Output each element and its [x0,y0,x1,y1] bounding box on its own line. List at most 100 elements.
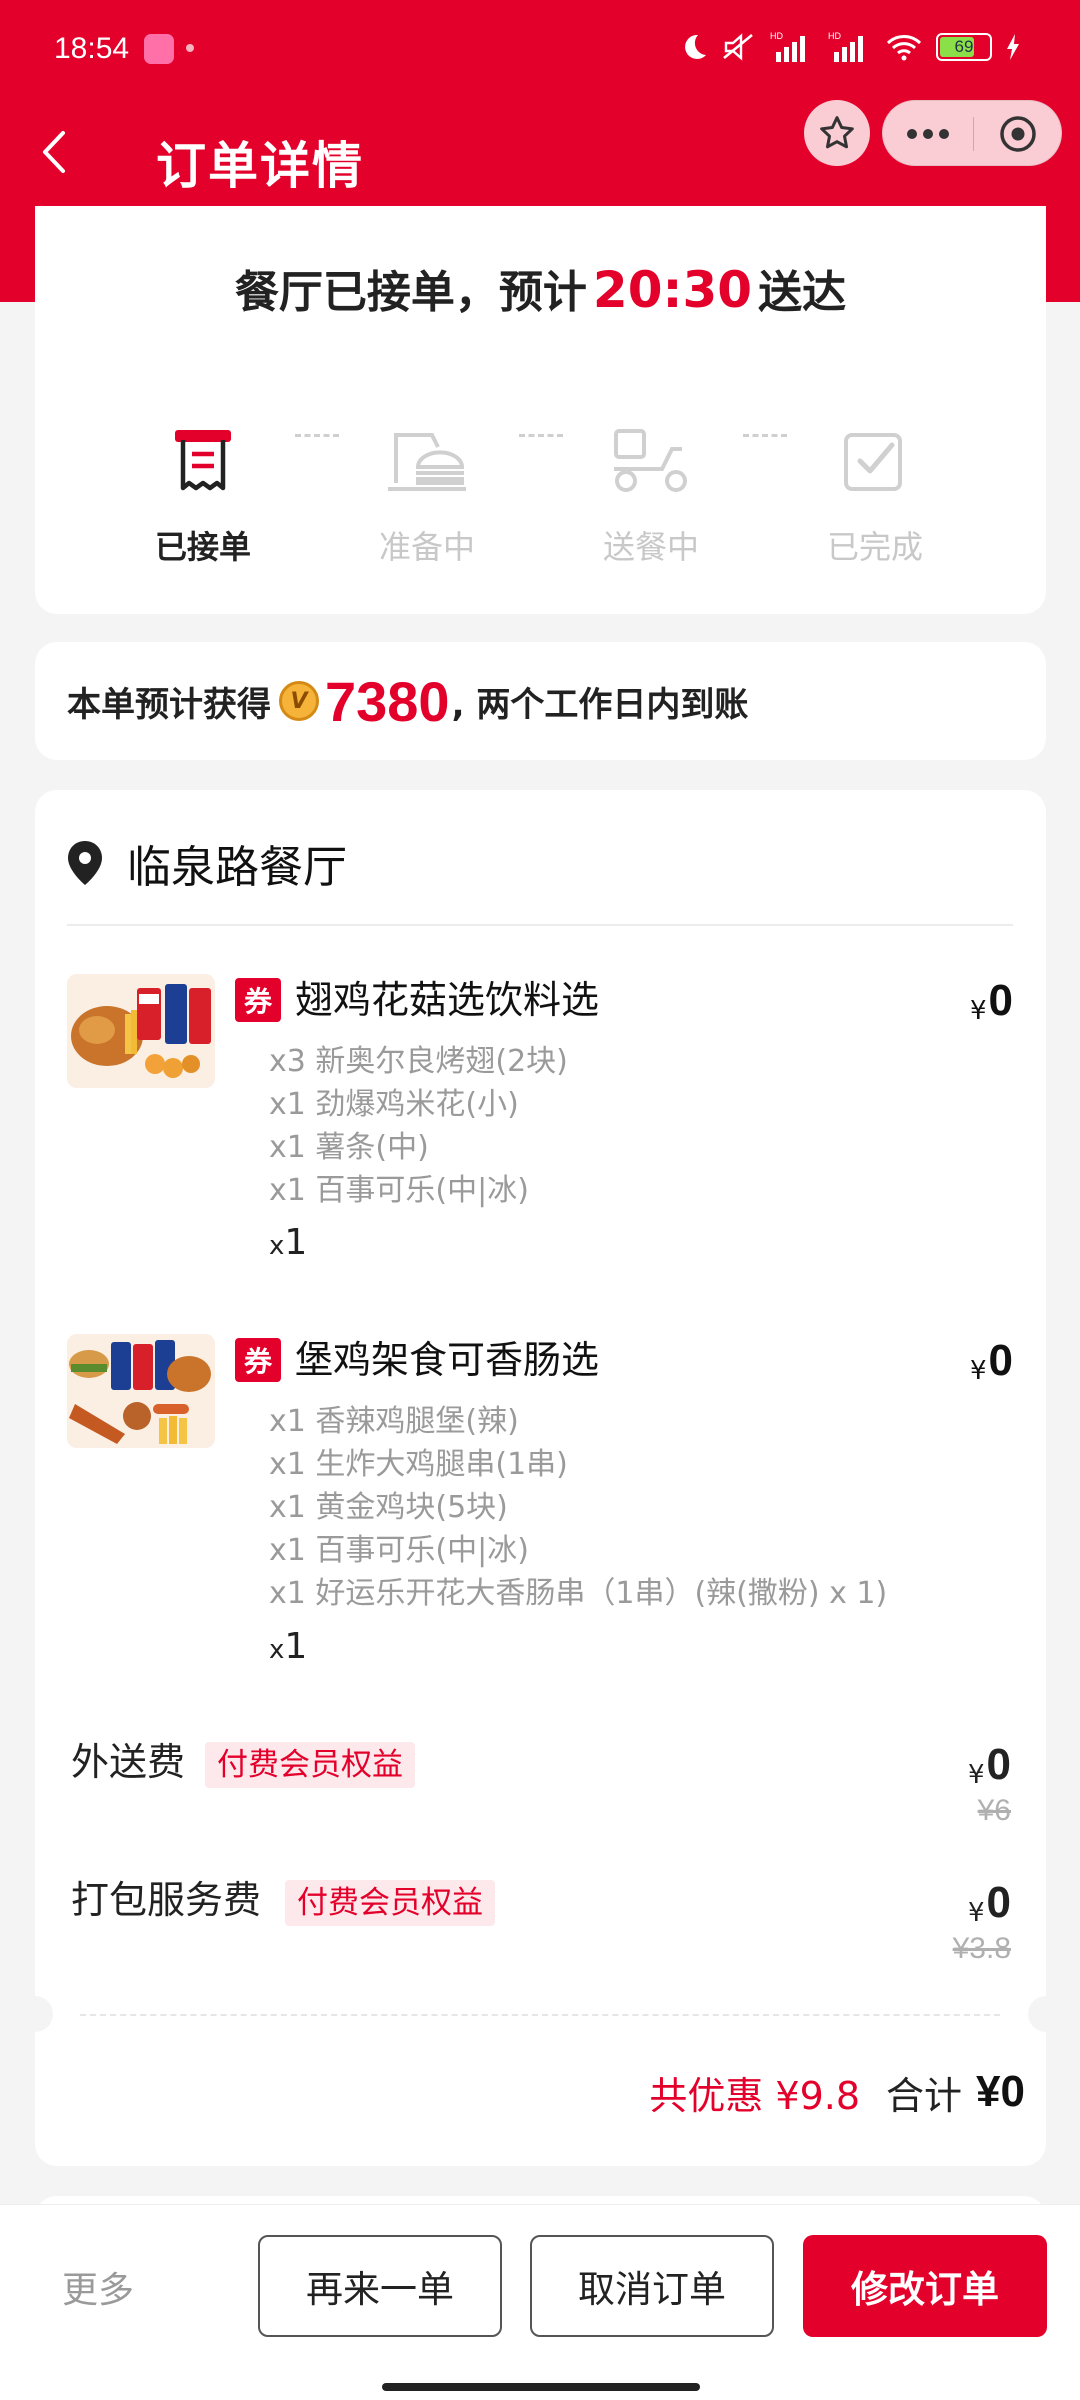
order-status-card: 餐厅已接单，预计 20:30 送达 已接单 准备中 送餐中 已完成 [35,206,1046,614]
qty-value: 1 [284,1222,308,1263]
progress-steps: 已接单 准备中 送餐中 已完成 [35,206,1046,566]
member-benefit-tag: 付费会员权益 [205,1742,415,1788]
app-notification-icon [144,34,174,64]
scooter-icon [614,429,687,492]
more-menu-button[interactable] [883,101,973,167]
component-line: x1 黄金鸡块(5块) [269,1490,508,1525]
more-button[interactable]: 更多 [62,2261,134,2313]
fee-label: 外送费 [71,1740,186,1784]
wifi-icon [886,35,922,61]
receipt-icon [175,430,231,491]
item-image [67,974,215,1088]
bottom-action-bar: 更多 再来一单 取消订单 修改订单 [0,2204,1080,2400]
restaurant-name: 临泉路餐厅 [127,842,347,893]
currency-symbol: ¥ [969,1356,987,1386]
signal-hd-label: HD [770,31,783,41]
chevron-left-icon [43,131,65,173]
target-circle-icon [1000,116,1036,152]
restaurant-header: 临泉路餐厅 [65,830,347,896]
component-line: x3 新奥尔良烤翅(2块) [269,1044,568,1079]
fee-price: ¥0 [968,1872,1011,1928]
order-item: 券 堡鸡架食可香肠选 ¥0 x1 香辣鸡腿堡(辣) x1 生炸大鸡腿串(1串) … [67,1334,1013,1667]
component-line: x1 百事可乐(中|冰) [269,1173,529,1208]
qty-value: 1 [284,1626,308,1667]
step-label: 准备中 [378,528,475,566]
modify-order-button[interactable]: 修改订单 [803,2235,1047,2337]
total-amount: ¥0 [976,2067,1025,2116]
card-notch-right [1028,1996,1064,2032]
item-quantity: x1 [269,1222,307,1263]
component-line: x1 好运乐开花大香肠串（1串）(辣(撒粉) x 1) [269,1576,888,1611]
points-suffix: , 两个工作日内到账 [451,684,749,725]
favorite-button[interactable] [804,100,870,166]
points-amount: 7380 [325,669,450,733]
mini-program-capsule [882,100,1062,166]
component-line: x1 生炸大鸡腿串(1串) [269,1447,568,1482]
member-benefit-tag: 付费会员权益 [285,1880,495,1926]
coupon-badge: 券 [235,978,281,1022]
nav-bar: 订单详情 [0,100,1080,206]
price-amount: 0 [988,1336,1013,1385]
battery-icon: 69 [936,33,992,61]
step-connector [743,434,787,437]
original-price: ¥3.8 [952,1932,1011,1965]
star-icon [820,116,854,149]
status-time: 18:54 [54,32,130,65]
order-item: 券 翅鸡花菇选饮料选 ¥0 x3 新奥尔良烤翅(2块) x1 劲爆鸡米花(小) … [67,974,1013,1263]
price-amount: 0 [986,1740,1011,1789]
signal-icon: HD [770,31,805,62]
points-message: 本单预计获得 V 7380 , 两个工作日内到账 [67,642,748,760]
coupon-badge: 券 [235,1338,281,1382]
packaging-fee-row: 打包服务费 付费会员权益 ¥0 ¥3.8 [71,1872,1011,1965]
item-quantity: x1 [269,1626,307,1667]
total-discount: 共优惠 ¥9.8 [649,2073,861,2118]
check-box-icon [844,433,902,491]
item-price: ¥0 [970,1334,1013,1386]
qty-prefix: x [269,1635,285,1665]
currency-symbol: ¥ [967,1898,985,1928]
step-label: 已接单 [154,528,251,566]
status-bar: 18:54 HD HD 69 [0,0,1080,100]
ellipsis-icon [907,129,949,139]
charging-icon [1007,34,1019,60]
notification-dot-icon [186,44,194,52]
item-price: ¥0 [970,974,1013,1026]
item-components: x3 新奥尔良烤翅(2块) x1 劲爆鸡米花(小) x1 薯条(中) x1 百事… [269,1040,568,1212]
component-line: x1 薯条(中) [269,1130,429,1165]
order-details-card: 临泉路餐厅 券 翅鸡花菇选饮料选 ¥0 x3 新奥尔良烤翅(2块) x1 劲爆鸡… [35,790,1046,2166]
original-price: ¥6 [977,1794,1011,1827]
page-title: 订单详情 [156,137,364,195]
step-preparing: 准备中 [327,412,527,568]
delivery-fee-row: 外送费 付费会员权益 ¥0 ¥6 [71,1734,1011,1827]
fee-price: ¥0 [968,1734,1011,1790]
currency-symbol: ¥ [969,996,987,1026]
component-line: x1 百事可乐(中|冰) [269,1533,529,1568]
step-completed: 已完成 [775,412,975,568]
signal-hd-label-2: HD [828,31,841,41]
cancel-order-button[interactable]: 取消订单 [530,2235,774,2337]
signal-icon-2: HD [828,31,863,62]
item-name: 堡鸡架食可香肠选 [295,1338,600,1382]
step-label: 送餐中 [602,528,699,566]
total-summary: 共优惠 ¥9.8 合计 ¥0 [649,2060,1025,2124]
burger-icon [388,433,466,491]
reorder-button[interactable]: 再来一单 [258,2235,502,2337]
status-icons: HD HD 69 [680,30,1020,64]
step-connector [295,434,339,437]
moon-icon [685,34,706,59]
total-label: 合计 [886,2073,963,2118]
close-mini-program-button[interactable] [973,101,1063,167]
fee-label: 打包服务费 [71,1878,262,1922]
dashed-divider [80,2014,1000,2016]
home-indicator[interactable] [382,2383,700,2391]
item-image [67,1334,215,1448]
back-button[interactable] [26,122,82,182]
mute-icon [723,33,753,61]
component-line: x1 香辣鸡腿堡(辣) [269,1404,519,1439]
card-notch-left [17,1996,53,2032]
step-accepted: 已接单 [103,412,303,568]
points-card: 本单预计获得 V 7380 , 两个工作日内到账 [35,642,1046,760]
step-label: 已完成 [826,528,923,566]
step-connector [519,434,563,437]
divider [67,924,1013,926]
